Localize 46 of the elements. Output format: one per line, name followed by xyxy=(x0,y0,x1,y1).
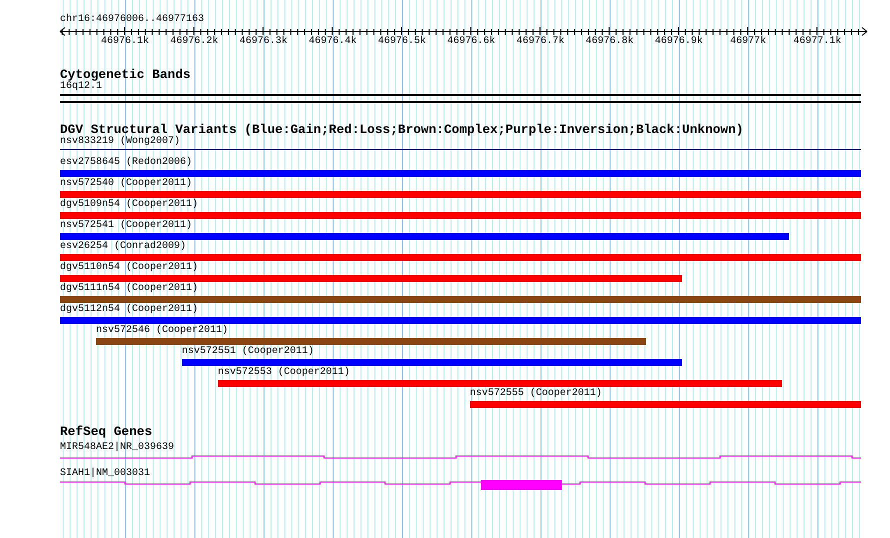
variant-label: esv2758645 (Redon2006) xyxy=(60,157,194,169)
ruler-label: 46976.2k xyxy=(170,36,218,48)
location-text: chr16:46976006..46977163 xyxy=(60,14,206,26)
variant-bar[interactable] xyxy=(60,170,861,177)
gene-label: SIAH1|NM_003031 xyxy=(60,468,152,480)
variant-bar[interactable] xyxy=(60,212,861,219)
variant-label: nsv572551 (Cooper2011) xyxy=(182,346,315,358)
variant-line[interactable] xyxy=(60,149,861,150)
track-title: DGV Structural Variants (Blue:Gain;Red:Loss;Brown:Complex;Purple:Inversion;Black:Unknown) xyxy=(60,123,744,136)
ruler-label: 46976.1k xyxy=(101,36,150,48)
variant-label: nsv572555 (Cooper2011) xyxy=(470,388,603,400)
variant-label: dgv5112n54 (Cooper2011) xyxy=(60,304,200,316)
variant-label: dgv5109n54 (Cooper2011) xyxy=(60,199,200,211)
variant-label: dgv5110n54 (Cooper2011) xyxy=(60,262,200,274)
ruler-label: 46976.7k xyxy=(516,36,564,48)
variant-bar[interactable] xyxy=(218,380,782,387)
variant-label: nsv572540 (Cooper2011) xyxy=(60,178,194,190)
ruler-label: 46976.6k xyxy=(447,36,496,48)
variant-bar[interactable] xyxy=(96,338,646,345)
variant-bar[interactable] xyxy=(470,401,861,408)
track-title: RefSeq Genes xyxy=(60,425,154,438)
variant-bar[interactable] xyxy=(60,233,789,240)
variant-bar[interactable] xyxy=(60,296,861,303)
ruler-label: 46976.5k xyxy=(378,36,426,48)
ruler-label: 46976.4k xyxy=(308,36,357,48)
ruler-label: 46976.3k xyxy=(240,36,288,48)
variant-label: nsv572546 (Cooper2011) xyxy=(96,325,230,337)
band-label: 16q12.1 xyxy=(60,81,104,93)
gene-drawing[interactable] xyxy=(60,480,861,490)
variant-bar[interactable] xyxy=(182,359,682,366)
ruler-label: 46977k xyxy=(730,36,766,48)
variant-bar[interactable] xyxy=(60,254,861,261)
variant-bar[interactable] xyxy=(60,191,861,198)
gene-label: MIR548AE2|NR_039639 xyxy=(60,442,176,454)
variant-label: dgv5111n54 (Cooper2011) xyxy=(60,283,200,295)
variant-label: esv26254 (Conrad2009) xyxy=(60,241,188,253)
ruler-label: 46977.1k xyxy=(793,36,842,48)
variant-label: nsv572553 (Cooper2011) xyxy=(218,367,351,379)
variant-label: nsv572541 (Cooper2011) xyxy=(60,220,194,232)
variant-label: nsv833219 (Wong2007) xyxy=(60,136,182,148)
variant-bar[interactable] xyxy=(60,275,682,282)
variant-bar[interactable] xyxy=(60,317,861,324)
gene-drawing[interactable] xyxy=(60,456,861,458)
track-title: Cytogenetic Bands xyxy=(60,68,192,81)
ruler-label: 46976.9k xyxy=(654,36,703,48)
ruler-label: 46976.8k xyxy=(586,36,634,48)
